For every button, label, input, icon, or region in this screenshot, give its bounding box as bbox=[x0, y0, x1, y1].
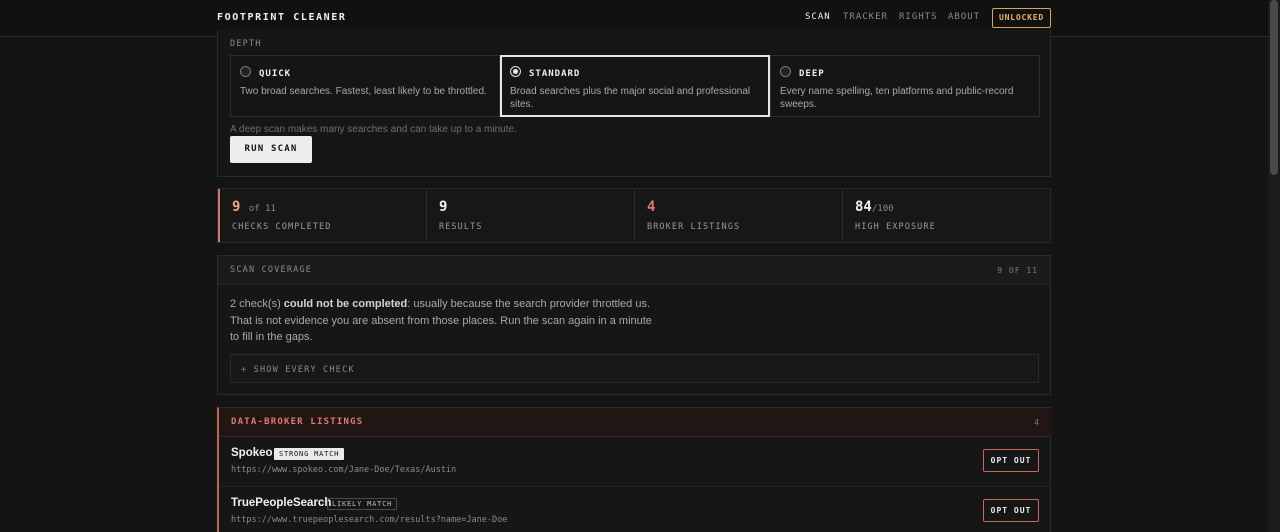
stat-exposure: 84/100 HIGH EXPOSURE bbox=[842, 189, 1050, 242]
stat-label: CHECKS COMPLETED bbox=[232, 222, 332, 232]
option-title: DEEP bbox=[799, 69, 825, 79]
coverage-header: SCAN COVERAGE 9 OF 11 bbox=[218, 256, 1050, 285]
list-item: Spokeo STRONG MATCH https://www.spokeo.c… bbox=[219, 437, 1051, 485]
stat-value: 9 bbox=[439, 199, 448, 215]
depth-label: DEPTH bbox=[230, 39, 262, 49]
broker-url[interactable]: https://www.truepeoplesearch.com/results… bbox=[231, 515, 507, 525]
depth-option-quick[interactable]: QUICK Two broad searches. Fastest, least… bbox=[230, 55, 500, 117]
radio-quick[interactable] bbox=[240, 66, 251, 77]
radio-deep[interactable] bbox=[780, 66, 791, 77]
match-badge: LIKELY MATCH bbox=[327, 498, 398, 510]
coverage-count: 9 OF 11 bbox=[997, 266, 1038, 275]
stat-results: 9 RESULTS bbox=[426, 189, 634, 242]
depth-panel: DEPTH QUICK Two broad searches. Fastest,… bbox=[217, 30, 1051, 177]
data-broker-listings: DATA-BROKER LISTINGS 4 Spokeo STRONG MAT… bbox=[217, 407, 1051, 532]
option-description: Broad searches plus the major social and… bbox=[510, 86, 751, 110]
show-every-check-toggle[interactable]: + SHOW EVERY CHECK bbox=[230, 354, 1039, 383]
stat-label: RESULTS bbox=[439, 222, 483, 232]
page-scrollbar[interactable] bbox=[1268, 0, 1280, 532]
brokers-title: DATA-BROKER LISTINGS bbox=[231, 417, 364, 427]
depth-option-deep[interactable]: DEEP Every name spelling, ten platforms … bbox=[770, 55, 1040, 117]
nav-tracker[interactable]: TRACKER bbox=[843, 12, 888, 22]
stat-checks-completed: 9 of 11 CHECKS COMPLETED bbox=[218, 189, 426, 242]
nav-about[interactable]: ABOUT bbox=[948, 12, 980, 22]
app-brand[interactable]: FOOTPRINT CLEANER bbox=[217, 12, 347, 23]
option-description: Two broad searches. Fastest, least likel… bbox=[240, 86, 487, 97]
broker-name: Spokeo bbox=[231, 447, 273, 459]
stat-label: BROKER LISTINGS bbox=[647, 222, 741, 232]
match-badge: STRONG MATCH bbox=[274, 448, 345, 460]
stat-value: 4 bbox=[647, 199, 656, 215]
stat-broker-listings: 4 BROKER LISTINGS bbox=[634, 189, 842, 242]
run-scan-button[interactable]: RUN SCAN bbox=[230, 136, 312, 163]
scan-coverage-panel: SCAN COVERAGE 9 OF 11 2 check(s) could n… bbox=[217, 255, 1051, 395]
option-title: QUICK bbox=[259, 69, 292, 79]
radio-standard[interactable] bbox=[510, 66, 521, 77]
stat-value: 9 bbox=[232, 199, 241, 215]
scrollbar-thumb[interactable] bbox=[1270, 0, 1278, 175]
brokers-header: DATA-BROKER LISTINGS 4 bbox=[219, 408, 1051, 437]
stat-suffix: of 11 bbox=[248, 204, 276, 214]
coverage-title: SCAN COVERAGE bbox=[230, 265, 313, 275]
stat-value: 84 bbox=[855, 199, 872, 215]
depth-hint: A deep scan makes many searches and can … bbox=[230, 124, 517, 135]
coverage-message: 2 check(s) could not be completed: usual… bbox=[230, 298, 652, 343]
stat-label: HIGH EXPOSURE bbox=[855, 222, 936, 232]
stat-suffix: /100 bbox=[871, 204, 894, 214]
stats-bar: 9 of 11 CHECKS COMPLETED 9 RESULTS 4 BRO… bbox=[217, 188, 1051, 243]
opt-out-button[interactable]: OPT OUT bbox=[983, 449, 1039, 472]
broker-url[interactable]: https://www.spokeo.com/Jane-Doe/Texas/Au… bbox=[231, 465, 456, 475]
nav-rights[interactable]: RIGHTS bbox=[899, 12, 938, 22]
nav-scan[interactable]: SCAN bbox=[805, 12, 831, 22]
depth-option-standard[interactable]: STANDARD Broad searches plus the major s… bbox=[500, 55, 770, 117]
unlocked-button[interactable]: UNLOCKED bbox=[992, 8, 1051, 28]
opt-out-button[interactable]: OPT OUT bbox=[983, 499, 1039, 522]
option-title: STANDARD bbox=[529, 69, 581, 79]
option-description: Every name spelling, ten platforms and p… bbox=[780, 86, 1014, 110]
show-every-check-label: + SHOW EVERY CHECK bbox=[241, 365, 355, 375]
list-item: TruePeopleSearch LIKELY MATCH https://ww… bbox=[219, 486, 1051, 532]
brokers-count: 4 bbox=[1034, 418, 1039, 427]
coverage-emphasis: could not be completed bbox=[283, 298, 408, 310]
broker-name: TruePeopleSearch bbox=[231, 497, 332, 509]
